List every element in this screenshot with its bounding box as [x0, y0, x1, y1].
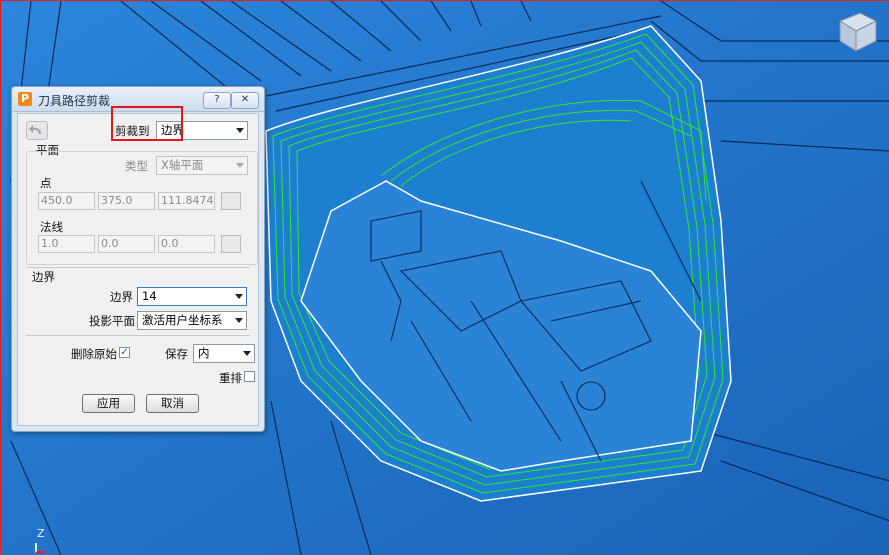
app-logo-icon: P	[18, 92, 32, 106]
boundary-label: 边界	[110, 290, 133, 304]
z-axis-label: Z	[37, 527, 45, 540]
type-value: X轴平面	[161, 158, 204, 172]
keep-select[interactable]: 内	[193, 344, 255, 363]
help-button[interactable]: ?	[203, 92, 231, 109]
chevron-down-icon	[236, 163, 244, 168]
boundary-value: 14	[142, 289, 157, 303]
point-x-field[interactable]: 450.0	[38, 192, 95, 210]
normal-label: 法线	[40, 220, 63, 234]
dialog-client: 剪裁到 边界 平面 类型 X轴平面 点 450.0 375.0 111.8474…	[17, 113, 259, 426]
point-picker-icon[interactable]	[221, 192, 241, 210]
chevron-down-icon	[235, 294, 243, 299]
normal-y-field[interactable]: 0.0	[98, 235, 155, 253]
normal-picker-icon[interactable]	[221, 235, 241, 253]
boundary-select[interactable]: 14	[137, 287, 247, 306]
reorder-checkbox[interactable]	[244, 371, 255, 382]
chevron-down-icon	[243, 351, 251, 356]
normal-z-field[interactable]: 0.0	[158, 235, 215, 253]
keep-label: 保存	[165, 347, 188, 361]
type-label: 类型	[125, 159, 148, 173]
delete-original-label: 删除原始	[71, 347, 117, 361]
divider	[26, 267, 250, 268]
chevron-down-icon	[235, 318, 243, 323]
cancel-button[interactable]: 取消	[146, 394, 199, 413]
projection-plane-select[interactable]: 激活用户坐标系	[137, 311, 247, 330]
view-cube[interactable]	[834, 9, 880, 58]
apply-button[interactable]: 应用	[82, 394, 135, 413]
projection-plane-value: 激活用户坐标系	[142, 313, 223, 327]
point-z-field[interactable]: 111.847427	[158, 192, 215, 210]
highlight-box	[111, 106, 183, 141]
boundary-section-label: 边界	[32, 270, 55, 284]
reorder-label: 重排	[219, 371, 242, 385]
point-label: 点	[40, 176, 52, 190]
dialog-title: 刀具路径剪裁	[38, 94, 111, 108]
divider	[26, 335, 250, 336]
keep-value: 内	[198, 346, 210, 360]
normal-x-field[interactable]: 1.0	[38, 235, 95, 253]
chevron-down-icon	[236, 128, 244, 133]
delete-original-checkbox[interactable]: ✓	[119, 347, 130, 358]
axis-origin-icon	[35, 543, 45, 553]
type-select[interactable]: X轴平面	[156, 156, 248, 175]
undo-icon[interactable]	[26, 121, 48, 140]
projection-plane-label: 投影平面	[89, 314, 135, 328]
point-y-field[interactable]: 375.0	[98, 192, 155, 210]
close-button[interactable]: ✕	[231, 92, 259, 109]
